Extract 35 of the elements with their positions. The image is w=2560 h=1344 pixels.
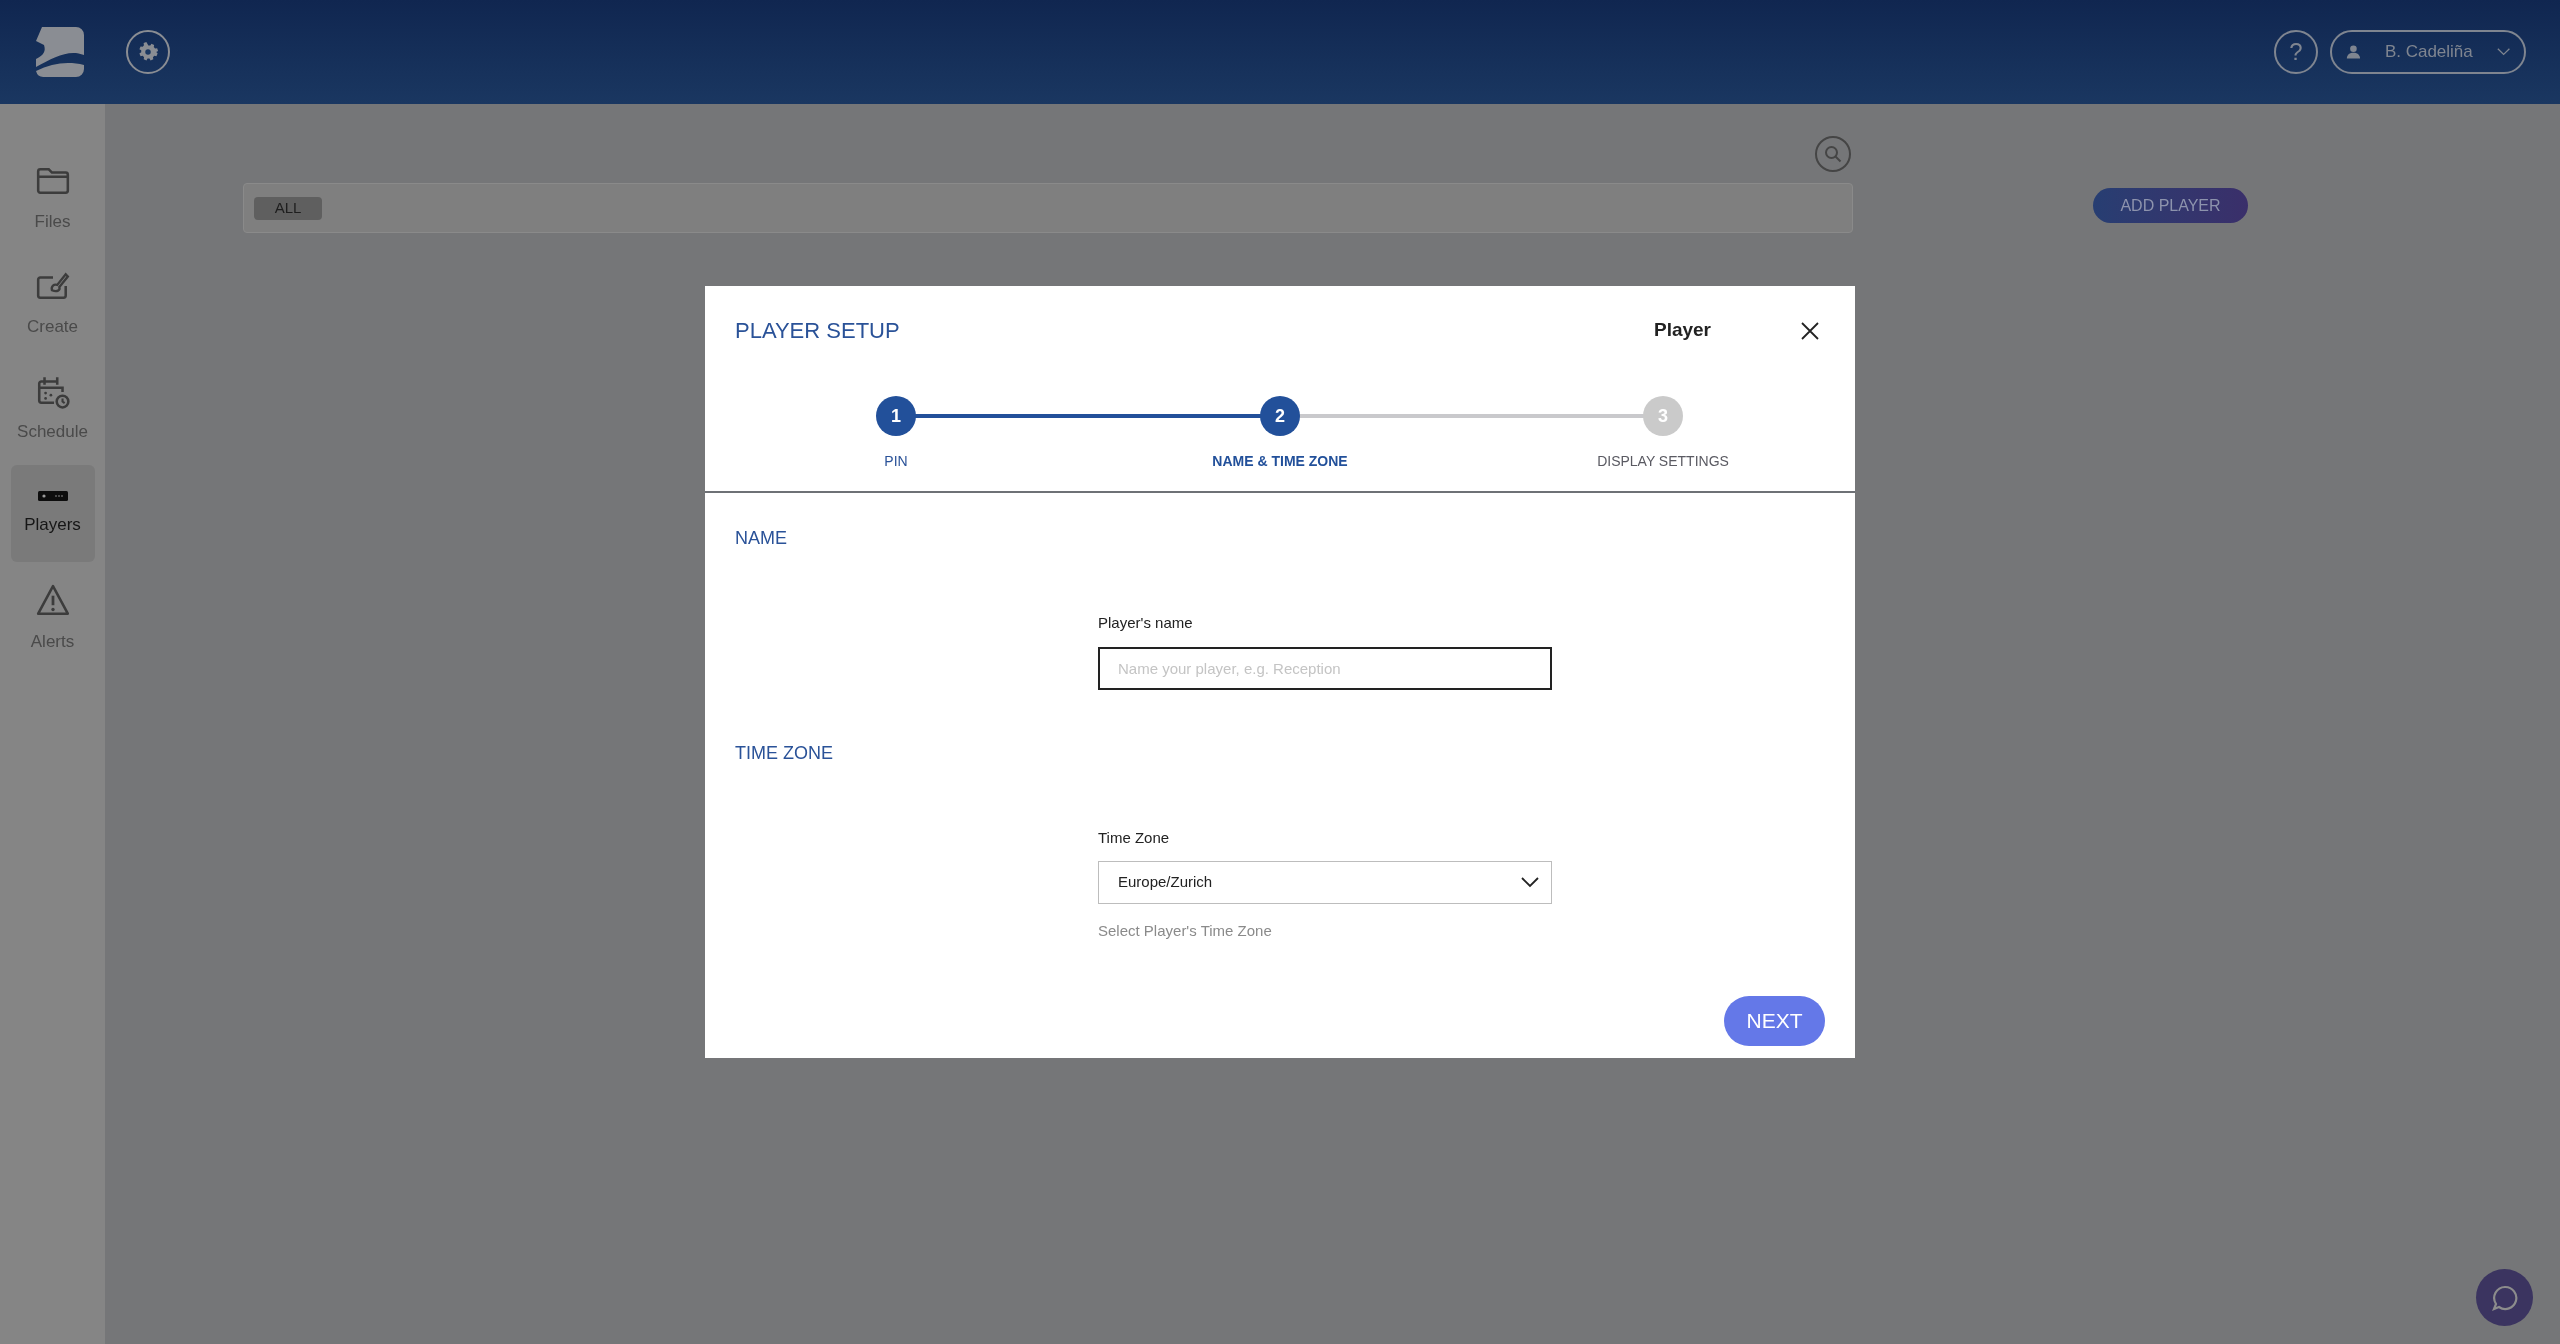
step-number: 2 bbox=[1260, 396, 1300, 436]
sidebar-item[interactable]: Players bbox=[10, 465, 95, 562]
field-label: Player's name bbox=[1098, 613, 1193, 633]
search-icon bbox=[1824, 145, 1842, 163]
logo-icon bbox=[34, 27, 84, 77]
filter-chip[interactable]: ALL bbox=[254, 196, 322, 220]
add-player-button[interactable]: ADD PLAYER bbox=[2093, 188, 2248, 223]
field-hint: Select Player's Time Zone bbox=[1098, 921, 1272, 941]
close-button[interactable] bbox=[1799, 319, 1821, 342]
next-button[interactable]: NEXT bbox=[1724, 996, 1825, 1046]
step-label: NAME & TIME ZONE bbox=[1212, 452, 1348, 471]
chat-bubble-icon bbox=[2491, 1284, 2518, 1311]
sidebar-item[interactable]: Create bbox=[10, 255, 95, 352]
sidebar-item[interactable]: Schedule bbox=[10, 360, 95, 457]
step-label: PIN bbox=[884, 452, 908, 471]
step-label: DISPLAY SETTINGS bbox=[1597, 452, 1729, 471]
user-menu[interactable]: B. Cadeliña bbox=[2330, 30, 2526, 74]
chat-button[interactable] bbox=[2476, 1269, 2533, 1326]
dialog-title: PLAYER SETUP bbox=[735, 317, 900, 345]
dialog-subtitle: Player bbox=[1653, 318, 1711, 343]
sidebar-item[interactable]: Files bbox=[10, 150, 95, 247]
chevron-down-icon bbox=[1521, 877, 1539, 888]
step-number: 1 bbox=[876, 396, 916, 436]
sidebar-item[interactable]: Alerts bbox=[10, 570, 95, 667]
user-icon bbox=[2346, 43, 2361, 61]
section-heading: TIME ZONE bbox=[735, 741, 833, 765]
time-zone-select[interactable]: Europe/Zurich bbox=[1098, 861, 1552, 904]
field-label: Time Zone bbox=[1098, 827, 1170, 848]
settings-icon bbox=[137, 41, 159, 63]
chevron-down-icon bbox=[2496, 47, 2510, 57]
section-heading: NAME bbox=[735, 527, 787, 550]
help-button[interactable]: ? bbox=[2274, 30, 2318, 74]
name-input[interactable]: Name your player, e.g. Reception bbox=[1098, 646, 1552, 690]
settings-button[interactable] bbox=[126, 30, 170, 74]
close-icon bbox=[1801, 321, 1819, 340]
